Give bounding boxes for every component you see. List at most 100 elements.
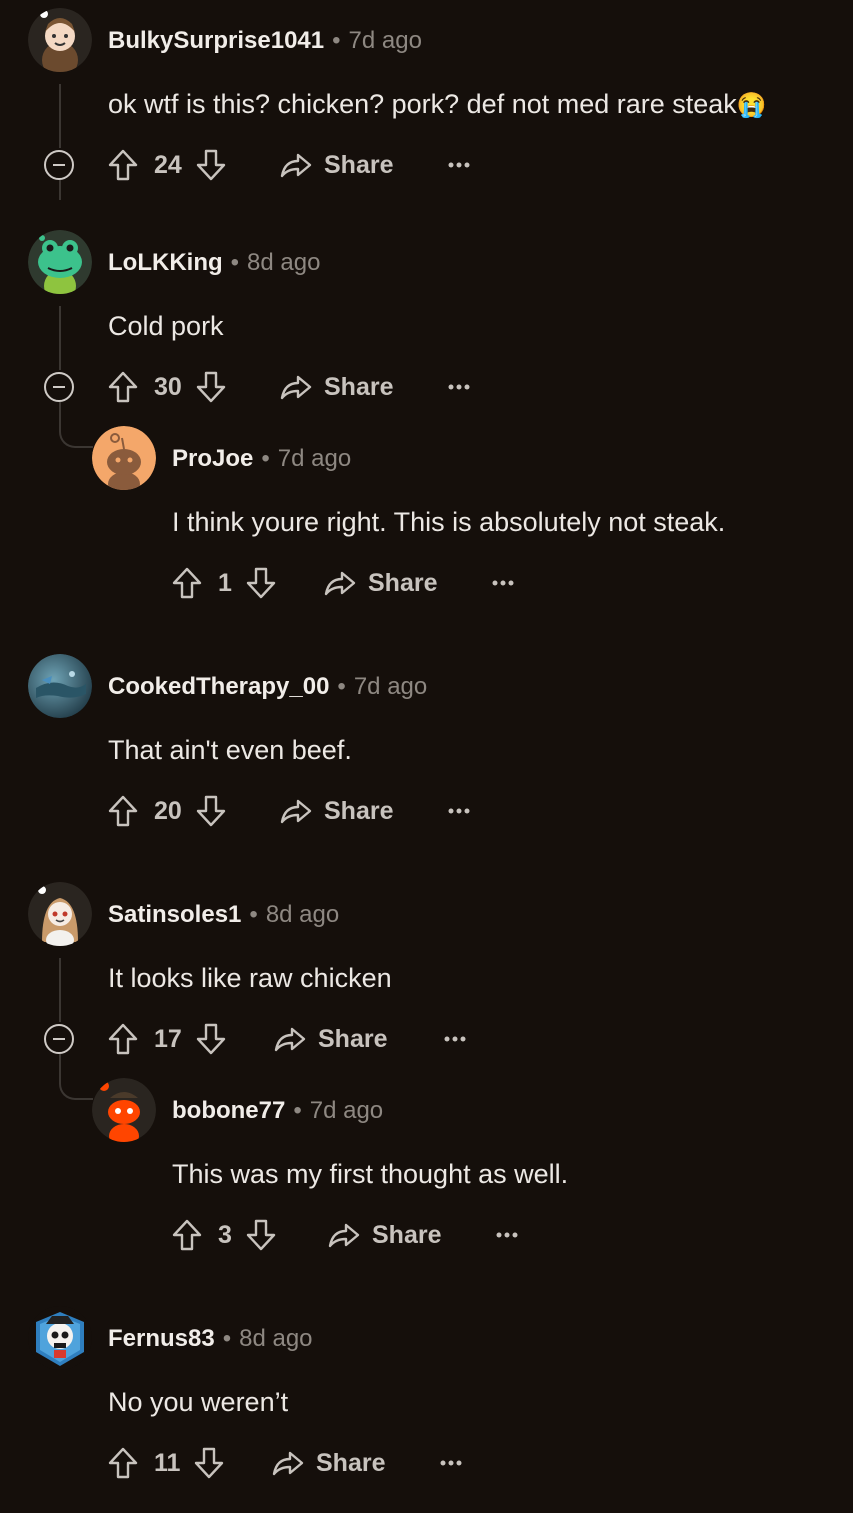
downvote-icon[interactable] [196, 795, 226, 827]
timestamp: 7d ago [277, 445, 352, 472]
upvote-icon[interactable] [108, 1447, 138, 1479]
thread-line [59, 84, 61, 148]
upvote-icon[interactable] [108, 149, 138, 181]
vote-group: 20 [108, 795, 226, 827]
reply-connector [59, 402, 93, 448]
timestamp: 8d ago [247, 249, 321, 276]
collapse-button[interactable] [44, 1024, 74, 1054]
comment-actions: 24 Share [108, 145, 508, 185]
avatar[interactable] [28, 1306, 92, 1370]
timestamp: 8d ago [239, 1325, 313, 1352]
ellipsis-icon [448, 808, 470, 814]
more-options-button[interactable] [496, 1215, 518, 1255]
share-label: Share [316, 1448, 386, 1477]
vote-count: 20 [154, 796, 182, 825]
downvote-icon[interactable] [246, 1219, 276, 1251]
share-button[interactable]: Share [280, 145, 393, 185]
timestamp: 7d ago [348, 27, 422, 54]
vote-group: 1 [172, 567, 276, 599]
share-label: Share [324, 150, 394, 179]
thread-line [59, 306, 61, 370]
separator-dot: • [230, 249, 240, 276]
comment-body: I think youre right. This is absolutely … [172, 507, 726, 537]
comment-actions: 11 Share [108, 1443, 508, 1483]
more-options-button[interactable] [448, 367, 470, 407]
separator-dot: • [222, 1325, 232, 1352]
comment-body: ok wtf is this? chicken? pork? def not m… [108, 87, 767, 123]
more-options-button[interactable] [492, 563, 514, 603]
vote-count: 3 [218, 1220, 232, 1249]
share-label: Share [318, 1024, 388, 1053]
comment-meta: ProJoe • 7d ago [172, 444, 351, 474]
avatar[interactable] [28, 8, 92, 72]
thread-line [59, 958, 61, 1022]
vote-count: 17 [154, 1024, 182, 1053]
more-options-button[interactable] [448, 145, 470, 185]
upvote-icon[interactable] [108, 795, 138, 827]
username[interactable]: bobone77 [172, 1097, 285, 1124]
comment-meta: Satinsoles1 • 8d ago [108, 900, 339, 930]
comment-actions: 17 Share [108, 1019, 508, 1059]
comment-body: Cold pork [108, 311, 224, 341]
vote-count: 24 [154, 150, 182, 179]
username[interactable]: CookedTherapy_00 [108, 673, 329, 700]
downvote-icon[interactable] [196, 371, 226, 403]
ellipsis-icon [440, 1460, 462, 1466]
collapse-button[interactable] [44, 150, 74, 180]
upvote-icon[interactable] [172, 1219, 202, 1251]
crying-emoji: 😭 [736, 92, 767, 119]
vote-group: 3 [172, 1219, 276, 1251]
share-button[interactable]: Share [328, 1215, 441, 1255]
avatar[interactable] [28, 882, 92, 946]
timestamp: 7d ago [309, 1097, 384, 1124]
comment-meta: LoLKKing • 8d ago [108, 248, 320, 278]
ellipsis-icon [496, 1232, 518, 1238]
downvote-icon[interactable] [196, 149, 226, 181]
share-icon [280, 151, 312, 179]
vote-count: 1 [218, 568, 232, 597]
downvote-icon[interactable] [196, 1023, 226, 1055]
username[interactable]: Satinsoles1 [108, 901, 241, 928]
upvote-icon[interactable] [172, 567, 202, 599]
downvote-icon[interactable] [246, 567, 276, 599]
vote-count: 11 [154, 1448, 181, 1477]
share-button[interactable]: Share [324, 563, 437, 603]
downvote-icon[interactable] [194, 1447, 224, 1479]
separator-dot: • [249, 901, 258, 928]
username[interactable]: LoLKKing [108, 249, 223, 276]
vote-group: 11 [108, 1447, 224, 1479]
ellipsis-icon [492, 580, 514, 586]
share-icon [328, 1221, 360, 1249]
collapse-button[interactable] [44, 372, 74, 402]
separator-dot: • [337, 673, 346, 700]
share-icon [324, 569, 356, 597]
more-options-button[interactable] [440, 1443, 462, 1483]
comment-actions: 30 Share [108, 367, 508, 407]
share-button[interactable]: Share [274, 1019, 387, 1059]
share-icon [272, 1449, 304, 1477]
vote-group: 24 [108, 149, 226, 181]
share-button[interactable]: Share [280, 367, 393, 407]
username[interactable]: BulkySurprise1041 [108, 27, 324, 54]
reply-connector [59, 1054, 93, 1100]
share-label: Share [368, 568, 438, 597]
comment-text: ok wtf is this? chicken? pork? def not m… [108, 89, 737, 119]
comment-body: This was my first thought as well. [172, 1159, 569, 1189]
avatar[interactable] [28, 230, 92, 294]
upvote-icon[interactable] [108, 1023, 138, 1055]
avatar[interactable] [92, 426, 156, 490]
share-button[interactable]: Share [280, 791, 393, 831]
ellipsis-icon [448, 384, 470, 390]
upvote-icon[interactable] [108, 371, 138, 403]
avatar[interactable] [28, 654, 92, 718]
share-icon [280, 373, 312, 401]
more-options-button[interactable] [448, 791, 470, 831]
comment-meta: BulkySurprise1041 • 7d ago [108, 26, 422, 56]
username[interactable]: ProJoe [172, 445, 253, 472]
share-button[interactable]: Share [272, 1443, 385, 1483]
comment-actions: 20 Share [108, 791, 508, 831]
more-options-button[interactable] [444, 1019, 466, 1059]
comment-meta: bobone77 • 7d ago [172, 1096, 383, 1126]
avatar[interactable] [92, 1078, 156, 1142]
username[interactable]: Fernus83 [108, 1325, 215, 1352]
